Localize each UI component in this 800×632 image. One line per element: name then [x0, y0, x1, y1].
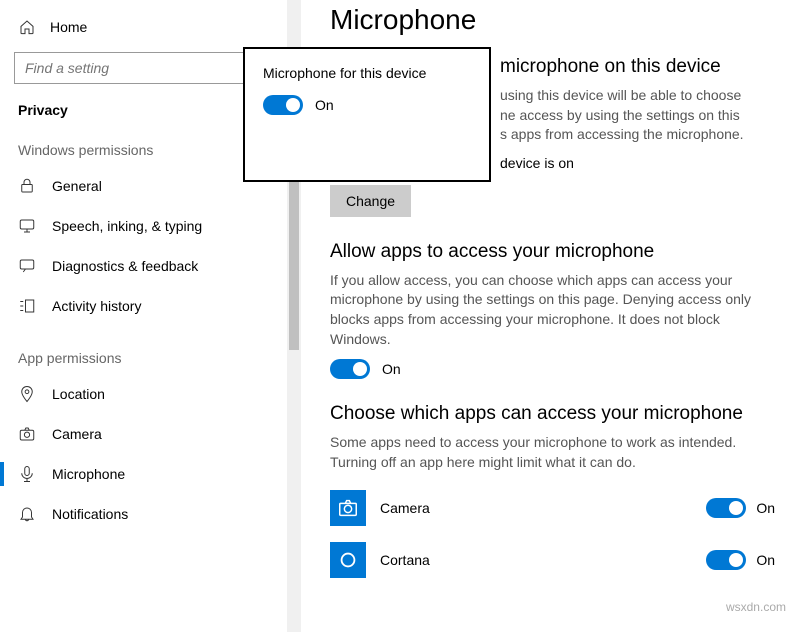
section-title-app-permissions: App permissions	[0, 342, 300, 374]
microphone-icon	[18, 465, 36, 483]
section-heading: Choose which apps can access your microp…	[330, 403, 775, 425]
camera-app-toggle[interactable]	[706, 498, 746, 518]
home-label: Home	[50, 19, 87, 35]
section-choose-apps: Choose which apps can access your microp…	[330, 403, 775, 586]
camera-app-icon	[330, 490, 366, 526]
home-link[interactable]: Home	[0, 10, 300, 44]
watermark: wsxdn.com	[726, 600, 786, 614]
cortana-app-icon	[330, 542, 366, 578]
lock-icon	[18, 177, 36, 195]
sidebar-item-label: Activity history	[52, 298, 141, 314]
change-popup: Microphone for this device On	[243, 47, 491, 182]
sidebar-item-label: Microphone	[52, 466, 125, 482]
app-name-label: Camera	[380, 500, 706, 516]
sidebar-item-notifications[interactable]: Notifications	[0, 494, 300, 534]
toggle-state-label: On	[756, 552, 775, 568]
location-icon	[18, 385, 36, 403]
section-description: If you allow access, you can choose whic…	[330, 271, 775, 349]
app-row-camera: Camera On	[330, 482, 775, 534]
toggle-state-label: On	[756, 500, 775, 516]
speech-icon	[18, 217, 36, 235]
page-title: Microphone	[330, 4, 775, 36]
sidebar-item-diagnostics[interactable]: Diagnostics & feedback	[0, 246, 300, 286]
sidebar-item-label: Camera	[52, 426, 102, 442]
sidebar-item-camera[interactable]: Camera	[0, 414, 300, 454]
section-description: Some apps need to access your microphone…	[330, 433, 775, 472]
app-name-label: Cortana	[380, 552, 706, 568]
allow-apps-toggle[interactable]	[330, 359, 370, 379]
sidebar-item-activity[interactable]: Activity history	[0, 286, 300, 326]
sidebar-item-speech[interactable]: Speech, inking, & typing	[0, 206, 300, 246]
toggle-state-label: On	[382, 361, 401, 377]
bell-icon	[18, 505, 36, 523]
popup-toggle-row: On	[263, 95, 471, 115]
sidebar-item-label: General	[52, 178, 102, 194]
toggle-state-label: On	[315, 97, 334, 113]
sidebar-item-location[interactable]: Location	[0, 374, 300, 414]
change-button[interactable]: Change	[330, 185, 411, 217]
sidebar-item-label: Diagnostics & feedback	[52, 258, 198, 274]
section-heading: Allow apps to access your microphone	[330, 241, 775, 263]
popup-title: Microphone for this device	[263, 65, 471, 81]
section-allow-apps: Allow apps to access your microphone If …	[330, 241, 775, 379]
sidebar-item-label: Location	[52, 386, 105, 402]
sidebar-item-label: Speech, inking, & typing	[52, 218, 202, 234]
camera-icon	[18, 425, 36, 443]
sidebar-item-label: Notifications	[52, 506, 128, 522]
history-icon	[18, 297, 36, 315]
app-row-cortana: Cortana On	[330, 534, 775, 586]
cortana-app-toggle[interactable]	[706, 550, 746, 570]
sidebar-item-microphone[interactable]: Microphone	[0, 454, 300, 494]
allow-apps-toggle-row: On	[330, 359, 775, 379]
home-icon	[18, 18, 36, 36]
feedback-icon	[18, 257, 36, 275]
popup-toggle[interactable]	[263, 95, 303, 115]
